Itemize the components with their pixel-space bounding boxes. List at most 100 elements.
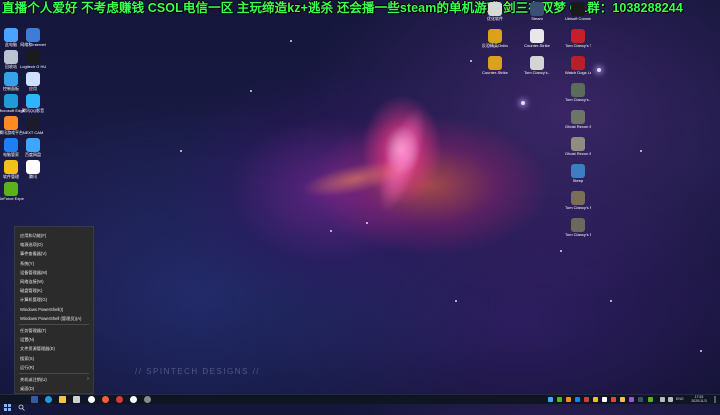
desktop-icon-label: Ubisoft Connect (565, 16, 591, 21)
tray-app-icon[interactable] (629, 397, 634, 402)
menu-item[interactable]: 设置(N) (20, 337, 34, 342)
taskbar: ENG 17:53 2020/11/3 (0, 394, 720, 411)
desktop-icon[interactable]: Tom Clancy's... (524, 56, 550, 75)
tray-app-icon[interactable] (602, 397, 607, 402)
edge-icon[interactable] (45, 396, 52, 403)
music-app-icon[interactable] (116, 396, 123, 403)
desktop-icon[interactable]: Steep (565, 164, 591, 183)
menu-item[interactable]: 设备管理器(M) (20, 270, 47, 275)
menu-item[interactable]: 应用和功能(F) (20, 233, 46, 238)
volume-icon[interactable] (668, 397, 673, 402)
file-explorer-icon[interactable] (59, 396, 66, 403)
desktop-icon-label: Tom Clancy's... (565, 97, 591, 102)
tray-app-icon[interactable] (593, 397, 598, 402)
tencent-icon (26, 160, 40, 174)
menu-item[interactable]: Windows PowerShell (管理员)(A) (20, 316, 81, 321)
desktop-icon[interactable]: Tom Clancy's The... (565, 29, 591, 48)
settings-icon[interactable] (144, 396, 151, 403)
menu-item[interactable]: 任务管理器(T) (20, 328, 46, 333)
desktop-icon[interactable]: 网络和Internet (20, 28, 46, 47)
menu-item[interactable]: 计算机管理(G) (20, 297, 47, 302)
steep-icon (571, 164, 585, 178)
menu-item[interactable]: 电源选项(O) (20, 242, 43, 247)
edge-icon (4, 94, 18, 108)
start-button[interactable] (4, 396, 11, 411)
menu-item[interactable]: 网络连接(W) (20, 279, 44, 284)
desktop-icon-label: Ghost Recon B... (565, 151, 591, 156)
tray-app-icon[interactable] (566, 397, 571, 402)
csgo-icon (488, 56, 502, 70)
game-app-icon[interactable] (102, 396, 109, 403)
csol-icon (488, 29, 502, 43)
desktop-icon-label: Counter-Strike Global Off... (482, 70, 508, 75)
ghost-recon-icon (571, 137, 585, 151)
desktop-icon[interactable]: Ghost Recon B... (565, 137, 591, 156)
desktop-icon[interactable]: Tom Clancy's R... (565, 218, 591, 237)
star (610, 300, 612, 302)
menu-item[interactable]: 系统(Y) (20, 261, 34, 266)
desktop-icon[interactable]: Counter-Strike Global Off... (482, 56, 508, 75)
desktop-icon[interactable]: Tom Clancy's R... (565, 191, 591, 210)
desktop-icon[interactable]: 反恐精英Online (482, 29, 508, 48)
search-icon[interactable] (18, 396, 25, 411)
desktop-icon[interactable]: Counter-Strike (524, 29, 550, 48)
recycle-bin-icon (4, 50, 18, 64)
game-platform-icon (4, 116, 18, 130)
tray-app-icon[interactable] (557, 397, 562, 402)
desktop-icon[interactable]: 腾讯QQ影音 (20, 94, 46, 113)
tray-app-icon[interactable] (611, 397, 616, 402)
menu-item[interactable]: 桌面(D) (20, 386, 34, 391)
desktop-icon[interactable]: Tom Clancy's... (565, 83, 591, 102)
tray-app-icon[interactable] (620, 397, 625, 402)
desktop-icon-label: Ghost Recon B... (565, 124, 591, 129)
menu-separator (19, 373, 89, 374)
menu-item[interactable]: 磁盘管理(K) (20, 288, 42, 293)
tray-app-icon[interactable] (575, 397, 580, 402)
tray-clock[interactable]: 17:53 2020/11/3 (688, 395, 710, 404)
menu-item[interactable]: 运行(R) (20, 365, 34, 370)
star (366, 222, 368, 224)
clock-date: 2020/11/3 (691, 399, 707, 403)
tray-app-icon[interactable] (638, 397, 643, 402)
desktop-icon[interactable]: GeForce Experience (0, 182, 24, 201)
desktop-icon[interactable]: 百度网盘 (20, 138, 46, 157)
desktop-icon-label: NEXT CAM (22, 130, 44, 135)
desktop-icon[interactable]: NEXT CAM (20, 116, 46, 135)
menu-item[interactable]: 事件查看器(V) (20, 251, 47, 256)
menu-item[interactable]: Windows PowerShell(I) (20, 307, 63, 312)
desktop-icon-label: 百度网盘 (25, 152, 41, 157)
menu-item[interactable]: 文件资源管理器(E) (20, 346, 55, 351)
desktop-icon[interactable]: 优化软件 (482, 2, 508, 21)
desktop-icon[interactable]: Watch Dogs Legion (565, 56, 591, 75)
star (290, 40, 292, 42)
chrome-icon[interactable] (130, 396, 137, 403)
star (640, 150, 642, 152)
wallpaper-watermark: // SPINTECH DESIGNS // (135, 367, 261, 376)
menu-item[interactable]: 搜索(S) (20, 356, 34, 361)
tray-app-icon[interactable] (548, 397, 553, 402)
task-view-icon[interactable] (31, 396, 38, 403)
tray-language[interactable]: ENG (676, 397, 684, 401)
tray-app-icon[interactable] (584, 397, 589, 402)
star (455, 300, 457, 302)
desktop-icon[interactable]: 腾讯 (20, 160, 46, 179)
tray-app-icon[interactable] (648, 397, 653, 402)
show-desktop-button[interactable] (714, 396, 716, 403)
desktop-icon[interactable]: Ghost Recon B... (565, 110, 591, 129)
obs-icon[interactable] (88, 396, 95, 403)
desktop-icon[interactable]: Steam (524, 2, 550, 21)
store-icon[interactable] (73, 396, 80, 403)
desktop-icon[interactable]: Logitech G HUB (20, 50, 46, 69)
network-icon[interactable] (660, 397, 665, 402)
windows-logo-icon (4, 404, 11, 411)
desktop-icon[interactable]: 应用 (20, 72, 46, 91)
desktop-icon-label: 腾讯 (29, 174, 37, 179)
desktop-icon-label: 优化软件 (487, 16, 503, 21)
menu-item[interactable]: 关机或注销(U) (20, 377, 47, 382)
camera-icon (26, 116, 40, 130)
desktop-icon-label: Tom Clancy's R... (565, 232, 591, 237)
desktop-icon[interactable]: Ubisoft Connect (565, 2, 591, 21)
star (470, 60, 472, 62)
cloud-icon (26, 138, 40, 152)
control-panel-icon (4, 72, 18, 86)
